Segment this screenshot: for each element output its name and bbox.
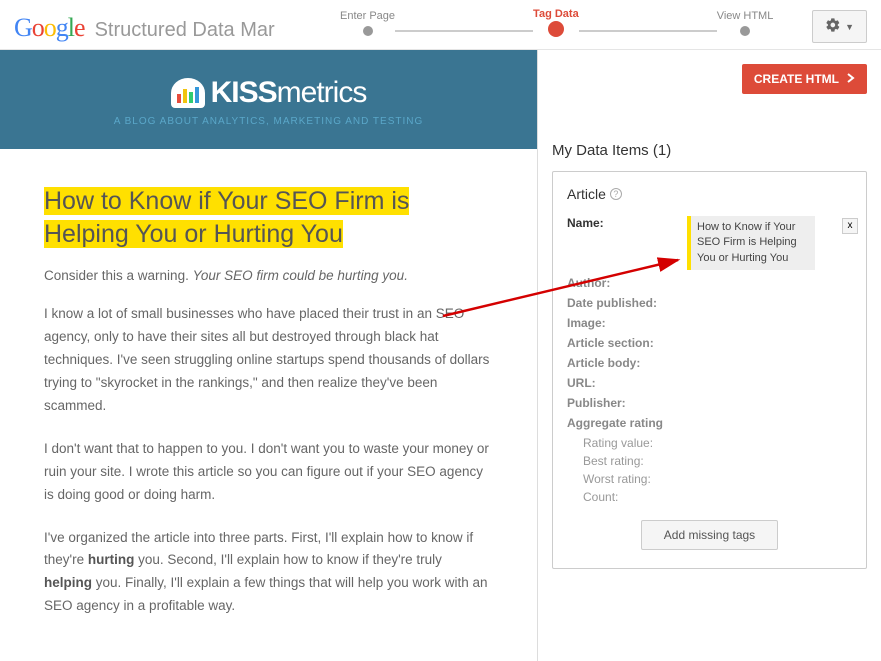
site-header: KISSmetrics A BLOG ABOUT ANALYTICS, MARK… xyxy=(0,50,537,149)
field-author[interactable]: Author: xyxy=(567,276,852,290)
article-paragraph: I've organized the article into three pa… xyxy=(44,527,493,619)
field-article-body[interactable]: Article body: xyxy=(567,356,852,370)
panel-heading: My Data Items (1) xyxy=(552,94,867,159)
highlighted-title: How to Know if Your SEO Firm is Helping … xyxy=(44,187,409,248)
article-paragraph: I don't want that to happen to you. I do… xyxy=(44,438,493,507)
product-name: Structured Data Mar xyxy=(95,19,275,42)
site-logo-text: KISSmetrics xyxy=(211,76,367,110)
field-rating-value[interactable]: Rating value: xyxy=(567,436,852,450)
article-title[interactable]: How to Know if Your SEO Firm is Helping … xyxy=(44,185,493,250)
step-dot-active xyxy=(548,21,564,37)
field-url[interactable]: URL: xyxy=(567,376,852,390)
step-tag-data[interactable]: Tag Data xyxy=(533,8,579,37)
progress-stepper: Enter Page Tag Data View HTML xyxy=(340,8,773,37)
field-name[interactable]: Name: How to Know if Your SEO Firm is He… xyxy=(567,216,852,270)
schema-type-heading: Article? xyxy=(567,186,852,202)
step-view-html[interactable]: View HTML xyxy=(717,10,774,36)
schema-panel: Article? x Name: How to Know if Your SEO… xyxy=(552,171,867,569)
field-count[interactable]: Count: xyxy=(567,490,852,504)
site-tagline: A BLOG ABOUT ANALYTICS, MARKETING AND TE… xyxy=(10,116,527,127)
article-content[interactable]: How to Know if Your SEO Firm is Helping … xyxy=(0,149,537,618)
google-logo: Google xyxy=(14,13,85,43)
data-items-pane: CREATE HTML My Data Items (1) Article? x… xyxy=(538,50,881,661)
help-icon[interactable]: ? xyxy=(610,188,622,200)
field-best-rating[interactable]: Best rating: xyxy=(567,454,852,468)
chevron-right-icon xyxy=(847,72,855,86)
chevron-down-icon: ▼ xyxy=(845,22,854,32)
gear-icon xyxy=(825,17,841,36)
logo-area: Google Structured Data Mar xyxy=(14,13,275,43)
field-image[interactable]: Image: xyxy=(567,316,852,330)
tagged-value-chip[interactable]: How to Know if Your SEO Firm is Helping … xyxy=(687,216,815,270)
article-paragraph: I know a lot of small businesses who hav… xyxy=(44,303,493,418)
settings-button[interactable]: ▼ xyxy=(812,10,867,43)
create-html-button[interactable]: CREATE HTML xyxy=(742,64,867,94)
app-header: Google Structured Data Mar Enter Page Ta… xyxy=(0,0,881,50)
kissmetrics-icon xyxy=(171,78,205,108)
field-publisher[interactable]: Publisher: xyxy=(567,396,852,410)
field-article-section[interactable]: Article section: xyxy=(567,336,852,350)
field-label: Name: xyxy=(567,216,687,230)
step-enter-page[interactable]: Enter Page xyxy=(340,10,395,36)
step-dot xyxy=(740,26,750,36)
add-missing-tags-button[interactable]: Add missing tags xyxy=(641,520,778,550)
step-connector xyxy=(395,30,533,32)
step-connector xyxy=(579,30,717,32)
step-dot xyxy=(363,26,373,36)
remove-tag-button[interactable]: x xyxy=(842,218,858,234)
article-intro: Consider this a warning. Your SEO firm c… xyxy=(44,268,493,283)
field-worst-rating[interactable]: Worst rating: xyxy=(567,472,852,486)
page-preview-pane[interactable]: KISSmetrics A BLOG ABOUT ANALYTICS, MARK… xyxy=(0,50,538,661)
field-date-published[interactable]: Date published: xyxy=(567,296,852,310)
field-aggregate-rating[interactable]: Aggregate rating xyxy=(567,416,852,430)
